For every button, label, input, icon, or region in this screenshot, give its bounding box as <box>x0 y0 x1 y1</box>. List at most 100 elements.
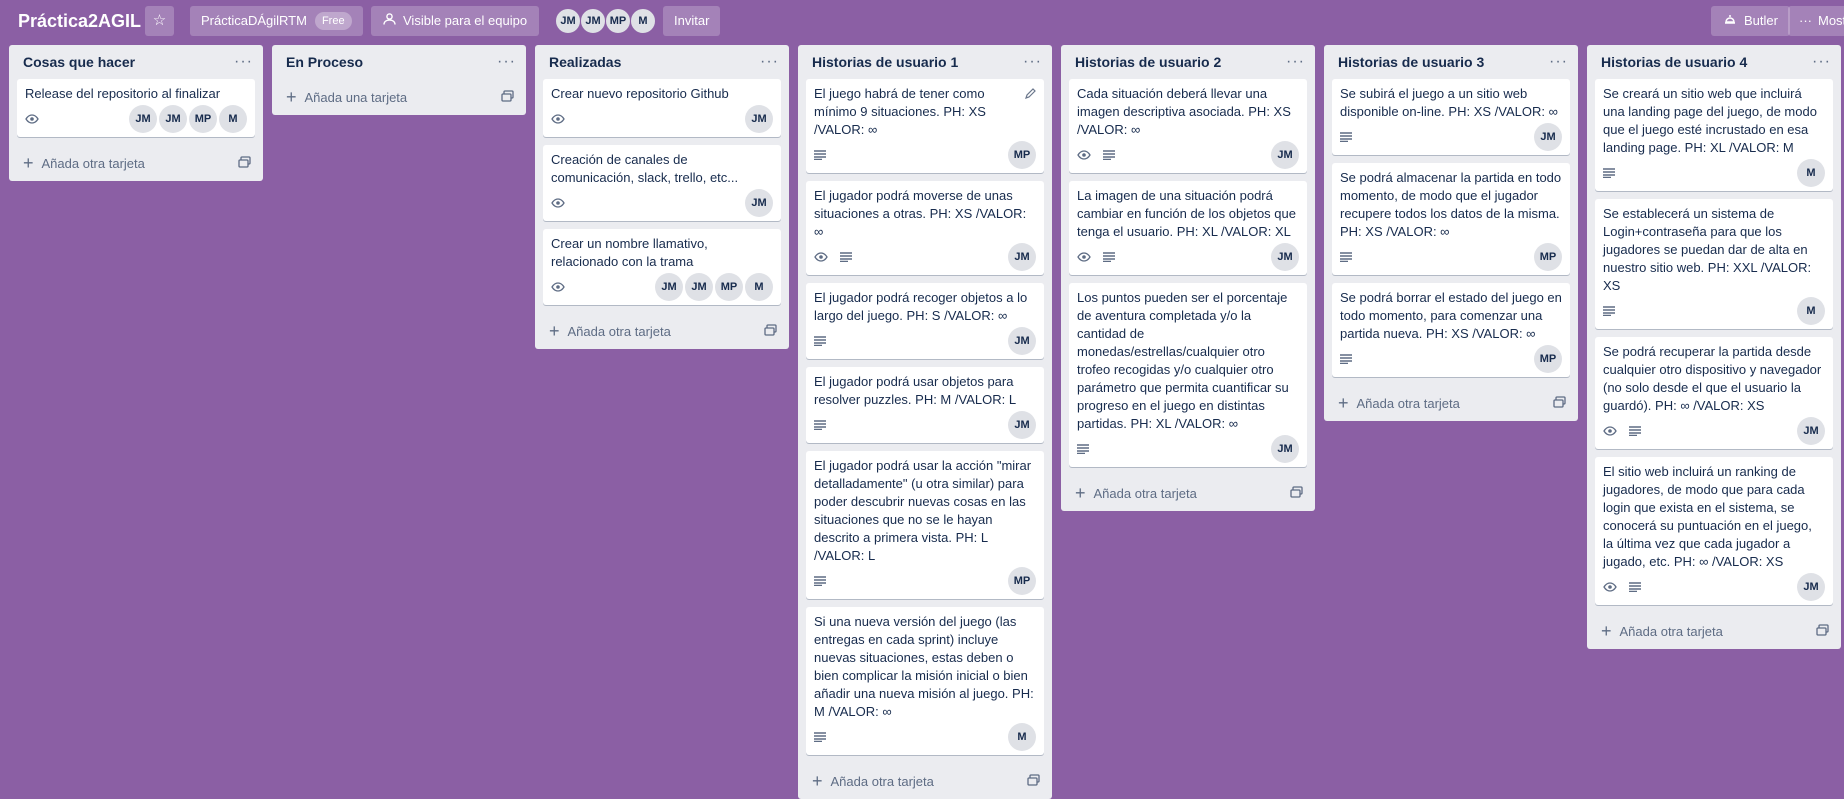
list-title[interactable]: Historias de usuario 3 <box>1338 54 1484 70</box>
card[interactable]: Crear nuevo repositorio Github JM <box>543 79 781 137</box>
member-avatar[interactable]: MP <box>1534 243 1562 271</box>
card-footer: JM <box>551 105 773 133</box>
butler-icon <box>1723 6 1737 36</box>
create-from-template-icon[interactable] <box>764 323 777 339</box>
create-from-template-icon[interactable] <box>1553 395 1566 411</box>
member-avatar[interactable]: JM <box>159 105 187 133</box>
list-menu-icon[interactable]: ··· <box>1812 54 1831 70</box>
star-board-button[interactable]: ☆ <box>145 6 174 36</box>
member-avatar[interactable]: JM <box>1008 327 1036 355</box>
list-title[interactable]: En Proceso <box>286 54 363 70</box>
card[interactable]: El juego habrá de tener como mínimo 9 si… <box>806 79 1044 173</box>
member-avatar[interactable]: JM <box>1008 411 1036 439</box>
member-avatar[interactable]: MP <box>1534 345 1562 373</box>
card[interactable]: Se podrá recuperar la partida desde cual… <box>1595 337 1833 449</box>
member-avatar[interactable]: JM <box>129 105 157 133</box>
card[interactable]: Se establecerá un sistema de Login+contr… <box>1595 199 1833 329</box>
member-avatar[interactable]: MP <box>1008 567 1036 595</box>
list-header[interactable]: Historias de usuario 3 ··· <box>1324 45 1578 79</box>
card[interactable]: Creación de canales de comunicación, sla… <box>543 145 781 221</box>
card[interactable]: Se subirá el juego a un sitio web dispon… <box>1332 79 1570 155</box>
visibility-button[interactable]: Visible para el equipo <box>371 6 540 36</box>
member-avatar[interactable]: M <box>1797 159 1825 187</box>
card[interactable]: Cada situación deberá llevar una imagen … <box>1069 79 1307 173</box>
card[interactable]: Release del repositorio al finalizar JM JM… <box>17 79 255 137</box>
member-avatar[interactable]: M <box>745 273 773 301</box>
member-avatar[interactable]: JM <box>685 273 713 301</box>
add-card-button[interactable]: + Añada otra tarjeta <box>798 763 1052 799</box>
card-footer: JM <box>1603 573 1825 601</box>
card-members: JM <box>1534 123 1562 151</box>
member-avatar[interactable]: JM <box>1008 243 1036 271</box>
list-header[interactable]: Realizadas ··· <box>535 45 789 79</box>
add-card-button[interactable]: + Añada otra tarjeta <box>1061 475 1315 511</box>
list-header[interactable]: Cosas que hacer ··· <box>9 45 263 79</box>
member-avatar[interactable]: M <box>219 105 247 133</box>
card[interactable]: Se podrá almacenar la partida en todo mo… <box>1332 163 1570 275</box>
card[interactable]: Los puntos pueden ser el porcentaje de a… <box>1069 283 1307 467</box>
member-avatar[interactable]: JM <box>1271 141 1299 169</box>
card[interactable]: La imagen de una situación podrá cambiar… <box>1069 181 1307 275</box>
member-avatar[interactable]: JM <box>1271 435 1299 463</box>
member-avatar[interactable]: JM <box>580 8 606 34</box>
card[interactable]: El sitio web incluirá un ranking de juga… <box>1595 457 1833 605</box>
create-from-template-icon[interactable] <box>1816 623 1829 639</box>
team-button[interactable]: PrácticaDÁgilRTM Free <box>190 6 363 36</box>
add-card-button[interactable]: + Añada una tarjeta <box>272 79 526 115</box>
card[interactable]: El jugador podrá moverse de unas situaci… <box>806 181 1044 275</box>
add-card-button[interactable]: + Añada otra tarjeta <box>1587 613 1841 649</box>
butler-button[interactable]: Butler <box>1711 6 1790 36</box>
list-menu-icon[interactable]: ··· <box>1286 54 1305 70</box>
create-from-template-icon[interactable] <box>1290 485 1303 501</box>
create-from-template-icon[interactable] <box>238 155 251 171</box>
list-title[interactable]: Historias de usuario 1 <box>812 54 958 70</box>
member-avatar[interactable]: MP <box>715 273 743 301</box>
list-header[interactable]: Historias de usuario 4 ··· <box>1587 45 1841 79</box>
add-card-button[interactable]: + Añada otra tarjeta <box>9 145 263 181</box>
member-avatar[interactable]: MP <box>189 105 217 133</box>
list-header[interactable]: Historias de usuario 2 ··· <box>1061 45 1315 79</box>
card[interactable]: El jugador podrá recoger objetos a lo la… <box>806 283 1044 359</box>
card[interactable]: El jugador podrá usar objetos para resol… <box>806 367 1044 443</box>
watch-eye-icon <box>551 198 565 208</box>
description-icon <box>1340 252 1352 262</box>
list-menu-icon[interactable]: ··· <box>497 54 516 70</box>
member-avatar[interactable]: JM <box>745 189 773 217</box>
list-title[interactable]: Historias de usuario 4 <box>1601 54 1747 70</box>
add-card-button[interactable]: + Añada otra tarjeta <box>1324 385 1578 421</box>
member-avatar[interactable]: JM <box>1797 573 1825 601</box>
card[interactable]: El jugador podrá usar la acción "mirar d… <box>806 451 1044 599</box>
card[interactable]: Si una nueva versión del juego (las entr… <box>806 607 1044 755</box>
edit-pencil-icon[interactable] <box>1024 87 1036 105</box>
list-menu-icon[interactable]: ··· <box>1549 54 1568 70</box>
invite-button[interactable]: Invitar <box>663 6 721 36</box>
member-avatar[interactable]: M <box>630 8 656 34</box>
show-menu-button[interactable]: ··· Mostrar menú <box>1788 6 1844 36</box>
list-title[interactable]: Realizadas <box>549 54 621 70</box>
card[interactable]: Se podrá borrar el estado del juego en t… <box>1332 283 1570 377</box>
member-avatar[interactable]: M <box>1797 297 1825 325</box>
list-title[interactable]: Cosas que hacer <box>23 54 135 70</box>
member-avatar[interactable]: JM <box>1271 243 1299 271</box>
add-card-button[interactable]: + Añada otra tarjeta <box>535 313 789 349</box>
member-avatar[interactable]: MP <box>1008 141 1036 169</box>
member-avatar[interactable]: M <box>1008 723 1036 751</box>
list-header[interactable]: Historias de usuario 1 ··· <box>798 45 1052 79</box>
card[interactable]: Se creará un sitio web que incluirá una … <box>1595 79 1833 191</box>
list-menu-icon[interactable]: ··· <box>1023 54 1042 70</box>
list-menu-icon[interactable]: ··· <box>234 54 253 70</box>
member-avatar[interactable]: JM <box>1534 123 1562 151</box>
card[interactable]: Crear un nombre llamativo, relacionado c… <box>543 229 781 305</box>
create-from-template-icon[interactable] <box>501 89 514 105</box>
list-menu-icon[interactable]: ··· <box>760 54 779 70</box>
list-header[interactable]: En Proceso ··· <box>272 45 526 79</box>
card-list: El juego habrá de tener como mínimo 9 si… <box>798 79 1052 755</box>
member-avatar[interactable]: MP <box>605 8 631 34</box>
member-avatar[interactable]: JM <box>555 8 581 34</box>
member-avatar[interactable]: JM <box>1797 417 1825 445</box>
member-avatar[interactable]: JM <box>655 273 683 301</box>
list-title[interactable]: Historias de usuario 2 <box>1075 54 1221 70</box>
card-title: El sitio web incluirá un ranking de juga… <box>1603 464 1812 569</box>
member-avatar[interactable]: JM <box>745 105 773 133</box>
board-title[interactable]: Práctica2AGIL <box>18 9 141 33</box>
